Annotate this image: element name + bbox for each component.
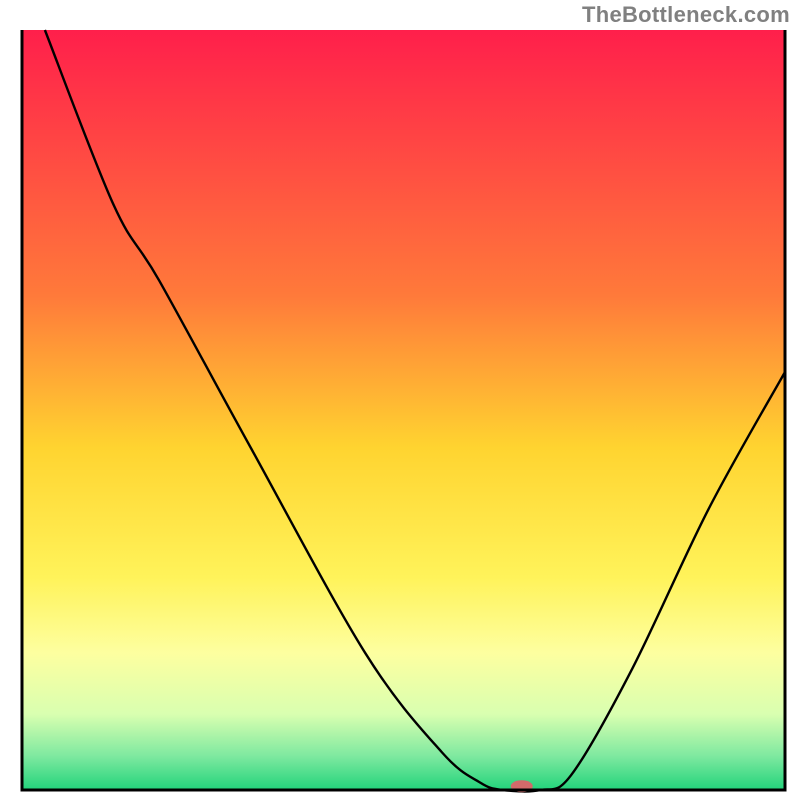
bottleneck-chart: TheBottleneck.com <box>0 0 800 800</box>
plot-background <box>22 30 785 790</box>
chart-canvas <box>0 0 800 800</box>
watermark-text: TheBottleneck.com <box>582 2 790 28</box>
